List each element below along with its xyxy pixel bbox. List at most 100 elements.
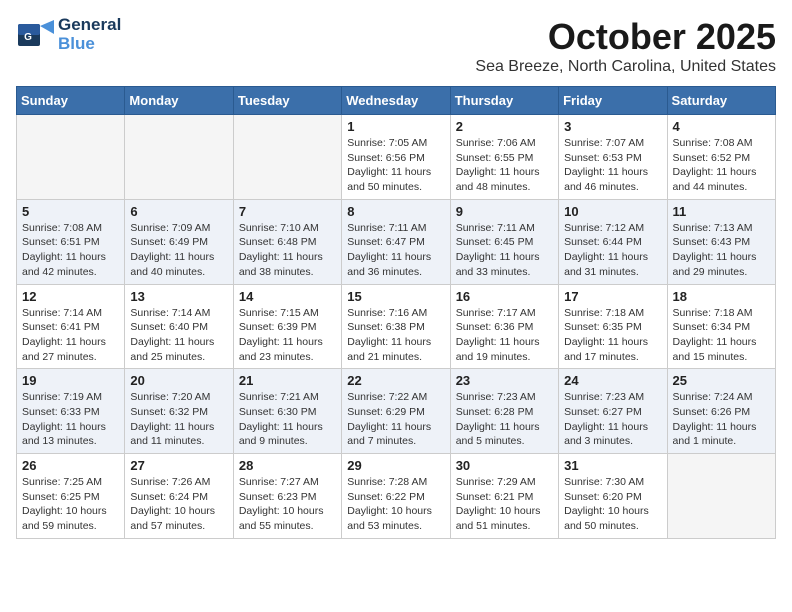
day-number: 7	[239, 204, 336, 219]
day-number: 6	[130, 204, 227, 219]
calendar-day-cell: 12 Sunrise: 7:14 AMSunset: 6:41 PMDayligh…	[17, 284, 125, 369]
calendar-day-cell: 22 Sunrise: 7:22 AMSunset: 6:29 PMDayligh…	[342, 369, 450, 454]
page-header: G General Blue October 2025 Sea Breeze, …	[16, 16, 776, 76]
weekday-header: Monday	[125, 87, 233, 115]
day-number: 13	[130, 289, 227, 304]
day-info: Sunrise: 7:27 AMSunset: 6:23 PMDaylight:…	[239, 475, 336, 534]
calendar-day-cell: 4Sunrise: 7:08 AMSunset: 6:52 PMDaylight…	[667, 115, 775, 200]
weekday-header: Wednesday	[342, 87, 450, 115]
calendar-day-cell: 20 Sunrise: 7:20 AMSunset: 6:32 PMDayligh…	[125, 369, 233, 454]
day-info: Sunrise: 7:22 AMSunset: 6:29 PMDaylight:…	[347, 390, 444, 449]
day-info: Sunrise: 7:23 AMSunset: 6:27 PMDaylight:…	[564, 390, 661, 449]
day-info: Sunrise: 7:29 AMSunset: 6:21 PMDaylight:…	[456, 475, 553, 534]
svg-text:G: G	[24, 32, 32, 43]
day-number: 27	[130, 458, 227, 473]
day-info: Sunrise: 7:21 AMSunset: 6:30 PMDaylight:…	[239, 390, 336, 449]
day-info: Sunrise: 7:15 AMSunset: 6:39 PMDaylight:…	[239, 306, 336, 365]
title-block: October 2025 Sea Breeze, North Carolina,…	[475, 16, 776, 76]
day-info: Sunrise: 7:20 AMSunset: 6:32 PMDaylight:…	[130, 390, 227, 449]
day-number: 15	[347, 289, 444, 304]
calendar-day-cell: 8 Sunrise: 7:11 AMSunset: 6:47 PMDaylight…	[342, 199, 450, 284]
day-number: 19	[22, 373, 119, 388]
day-info: Sunrise: 7:23 AMSunset: 6:28 PMDaylight:…	[456, 390, 553, 449]
calendar-day-cell: 11Sunrise: 7:13 AMSunset: 6:43 PMDayligh…	[667, 199, 775, 284]
day-number: 20	[130, 373, 227, 388]
day-number: 14	[239, 289, 336, 304]
day-number: 29	[347, 458, 444, 473]
day-number: 2	[456, 119, 553, 134]
calendar-day-cell: 29Sunrise: 7:28 AMSunset: 6:22 PMDayligh…	[342, 454, 450, 539]
day-info: Sunrise: 7:09 AMSunset: 6:49 PMDaylight:…	[130, 221, 227, 280]
day-number: 26	[22, 458, 119, 473]
calendar-week-row: 19Sunrise: 7:19 AMSunset: 6:33 PMDayligh…	[17, 369, 776, 454]
day-info: Sunrise: 7:14 AMSunset: 6:40 PMDaylight:…	[130, 306, 227, 365]
weekday-header: Tuesday	[233, 87, 341, 115]
calendar-day-cell: 26 Sunrise: 7:25 AMSunset: 6:25 PMDayligh…	[17, 454, 125, 539]
calendar-day-cell	[233, 115, 341, 200]
day-number: 5	[22, 204, 119, 219]
day-info: Sunrise: 7:30 AMSunset: 6:20 PMDaylight:…	[564, 475, 661, 534]
calendar-day-cell	[125, 115, 233, 200]
calendar-day-cell: 30 Sunrise: 7:29 AMSunset: 6:21 PMDayligh…	[450, 454, 558, 539]
day-number: 8	[347, 204, 444, 219]
calendar-day-cell: 7 Sunrise: 7:10 AMSunset: 6:48 PMDaylight…	[233, 199, 341, 284]
day-info: Sunrise: 7:18 AMSunset: 6:35 PMDaylight:…	[564, 306, 661, 365]
day-number: 1	[347, 119, 444, 134]
calendar-day-cell: 31 Sunrise: 7:30 AMSunset: 6:20 PMDayligh…	[559, 454, 667, 539]
day-number: 30	[456, 458, 553, 473]
day-number: 3	[564, 119, 661, 134]
day-number: 21	[239, 373, 336, 388]
day-info: Sunrise: 7:06 AMSunset: 6:55 PMDaylight:…	[456, 136, 553, 195]
calendar-day-cell: 21 Sunrise: 7:21 AMSunset: 6:30 PMDayligh…	[233, 369, 341, 454]
calendar-day-cell: 3 Sunrise: 7:07 AMSunset: 6:53 PMDaylight…	[559, 115, 667, 200]
weekday-header: Friday	[559, 87, 667, 115]
calendar-day-cell: 14 Sunrise: 7:15 AMSunset: 6:39 PMDayligh…	[233, 284, 341, 369]
day-info: Sunrise: 7:14 AMSunset: 6:41 PMDaylight:…	[22, 306, 119, 365]
calendar-day-cell: 13 Sunrise: 7:14 AMSunset: 6:40 PMDayligh…	[125, 284, 233, 369]
month-title: October 2025	[475, 16, 776, 58]
calendar-week-row: 12 Sunrise: 7:14 AMSunset: 6:41 PMDayligh…	[17, 284, 776, 369]
calendar-header-row: SundayMondayTuesdayWednesdayThursdayFrid…	[17, 87, 776, 115]
day-info: Sunrise: 7:08 AMSunset: 6:51 PMDaylight:…	[22, 221, 119, 280]
day-info: Sunrise: 7:13 AMSunset: 6:43 PMDaylight:…	[673, 221, 770, 280]
day-info: Sunrise: 7:10 AMSunset: 6:48 PMDaylight:…	[239, 221, 336, 280]
day-info: Sunrise: 7:12 AMSunset: 6:44 PMDaylight:…	[564, 221, 661, 280]
day-number: 10	[564, 204, 661, 219]
logo: G General Blue	[16, 16, 121, 54]
day-info: Sunrise: 7:05 AMSunset: 6:56 PMDaylight:…	[347, 136, 444, 195]
calendar-day-cell: 17 Sunrise: 7:18 AMSunset: 6:35 PMDayligh…	[559, 284, 667, 369]
day-info: Sunrise: 7:25 AMSunset: 6:25 PMDaylight:…	[22, 475, 119, 534]
logo-icon: G	[16, 16, 54, 54]
calendar-day-cell: 19Sunrise: 7:19 AMSunset: 6:33 PMDayligh…	[17, 369, 125, 454]
day-number: 31	[564, 458, 661, 473]
calendar-day-cell: 24 Sunrise: 7:23 AMSunset: 6:27 PMDayligh…	[559, 369, 667, 454]
calendar-week-row: 1 Sunrise: 7:05 AMSunset: 6:56 PMDaylight…	[17, 115, 776, 200]
logo-line1: General	[58, 16, 121, 35]
weekday-header: Thursday	[450, 87, 558, 115]
calendar-day-cell: 5 Sunrise: 7:08 AMSunset: 6:51 PMDaylight…	[17, 199, 125, 284]
day-number: 17	[564, 289, 661, 304]
calendar-day-cell: 1 Sunrise: 7:05 AMSunset: 6:56 PMDaylight…	[342, 115, 450, 200]
calendar-day-cell: 9Sunrise: 7:11 AMSunset: 6:45 PMDaylight…	[450, 199, 558, 284]
day-info: Sunrise: 7:07 AMSunset: 6:53 PMDaylight:…	[564, 136, 661, 195]
calendar-day-cell: 28 Sunrise: 7:27 AMSunset: 6:23 PMDayligh…	[233, 454, 341, 539]
day-info: Sunrise: 7:16 AMSunset: 6:38 PMDaylight:…	[347, 306, 444, 365]
calendar-day-cell: 2 Sunrise: 7:06 AMSunset: 6:55 PMDaylight…	[450, 115, 558, 200]
day-info: Sunrise: 7:26 AMSunset: 6:24 PMDaylight:…	[130, 475, 227, 534]
calendar-week-row: 26 Sunrise: 7:25 AMSunset: 6:25 PMDayligh…	[17, 454, 776, 539]
calendar-day-cell: 18 Sunrise: 7:18 AMSunset: 6:34 PMDayligh…	[667, 284, 775, 369]
day-number: 22	[347, 373, 444, 388]
day-number: 12	[22, 289, 119, 304]
calendar-week-row: 5 Sunrise: 7:08 AMSunset: 6:51 PMDaylight…	[17, 199, 776, 284]
day-info: Sunrise: 7:11 AMSunset: 6:47 PMDaylight:…	[347, 221, 444, 280]
day-info: Sunrise: 7:18 AMSunset: 6:34 PMDaylight:…	[673, 306, 770, 365]
day-number: 18	[673, 289, 770, 304]
weekday-header: Sunday	[17, 87, 125, 115]
day-number: 24	[564, 373, 661, 388]
day-info: Sunrise: 7:08 AMSunset: 6:52 PMDaylight:…	[673, 136, 770, 195]
location: Sea Breeze, North Carolina, United State…	[475, 58, 776, 76]
day-number: 16	[456, 289, 553, 304]
day-number: 28	[239, 458, 336, 473]
calendar-day-cell: 15 Sunrise: 7:16 AMSunset: 6:38 PMDayligh…	[342, 284, 450, 369]
logo-line2: Blue	[58, 35, 121, 54]
